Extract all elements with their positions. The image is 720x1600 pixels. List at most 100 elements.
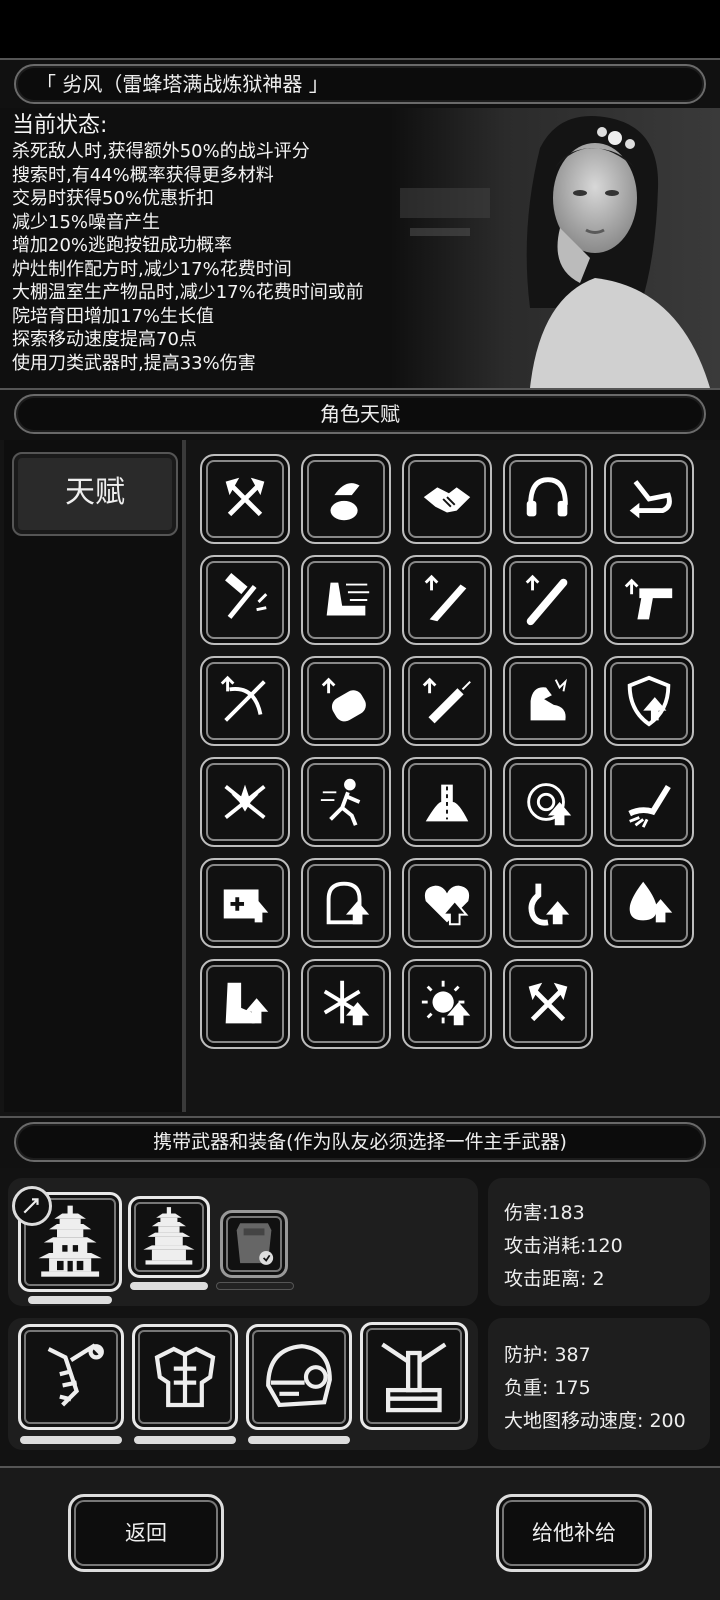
status-line: 院培育田增加17%生长值: [12, 305, 215, 327]
attack-range-stat: 攻击距离: 2: [504, 1268, 605, 1290]
talent-slot[interactable]: [301, 454, 391, 544]
main-weapon-durability: [28, 1296, 112, 1304]
pistol-up-icon: [624, 578, 673, 620]
talent-slot[interactable]: [604, 555, 694, 645]
chest-armor-icon: [154, 1346, 216, 1408]
talent-slot[interactable]: [200, 757, 290, 847]
target-up-icon: [527, 783, 572, 826]
talent-slot[interactable]: [301, 858, 391, 948]
running-man-icon: [320, 778, 361, 826]
talent-slot[interactable]: [503, 858, 593, 948]
equipment-section: 携带武器和装备(作为队友必须选择一件主手武器) 伤害:183 攻击消耗:120 …: [0, 1116, 720, 1466]
arm-armor-durability: [20, 1436, 122, 1444]
status-line: 减少15%噪音产生: [12, 211, 161, 233]
return-arrow-icon: [629, 480, 672, 519]
status-line: 使用刀类武器时,提高33%伤害: [12, 352, 256, 374]
crossed-axes-icon: [528, 982, 568, 1022]
arm-armor-slot[interactable]: [18, 1324, 124, 1430]
helmet-durability: [248, 1436, 350, 1444]
leg-armor-icon: [381, 1342, 447, 1413]
talent-slot[interactable]: [604, 454, 694, 544]
talent-slot[interactable]: [604, 858, 694, 948]
leg-armor-slot[interactable]: [360, 1322, 468, 1430]
talent-slot[interactable]: [503, 656, 593, 746]
talent-slot[interactable]: [200, 555, 290, 645]
fist-up-icon: [321, 677, 366, 722]
status-heading: 当前状态:: [12, 113, 108, 138]
equipment-header: 携带武器和装备(作为队友必须选择一件主手武器): [14, 1122, 706, 1162]
speed-boot-icon: [326, 582, 370, 616]
status-line: 搜索时,有44%概率获得更多材料: [12, 164, 274, 186]
talent-slot[interactable]: [200, 858, 290, 948]
talent-tab-list: 天赋: [4, 440, 186, 1112]
sun-up-icon: [421, 980, 471, 1026]
status-line: 探索移动速度提高70点: [12, 329, 197, 350]
stomach-up-icon: [528, 883, 570, 926]
syringe-up-icon: [422, 677, 471, 724]
talent-slot[interactable]: [200, 454, 290, 544]
talent-slot[interactable]: [200, 656, 290, 746]
riot-shield-icon: [236, 1223, 274, 1265]
talent-slot[interactable]: [200, 959, 290, 1049]
offhand-weapon-slot[interactable]: [128, 1196, 210, 1278]
claw-arm-icon: [628, 785, 671, 828]
attack-cost-stat: 攻击消耗:120: [504, 1235, 623, 1257]
character-portrait: [390, 108, 720, 388]
bag-up-icon: [326, 881, 370, 925]
talent-slot[interactable]: [402, 555, 492, 645]
chest-armor-durability: [134, 1436, 236, 1444]
shield-slot[interactable]: [220, 1210, 288, 1278]
shield-up-icon: [627, 675, 671, 727]
status-line: 交易时获得50%优惠折扣: [12, 188, 215, 209]
status-line: 增加20%逃跑按钮成功概率: [12, 235, 233, 256]
weight-stat: 负重: 175: [504, 1377, 591, 1399]
talent-slot[interactable]: [301, 555, 391, 645]
talent-section: 角色天赋 天赋: [0, 388, 720, 1116]
flexed-arm-icon: [530, 678, 567, 721]
character-title: 「 劣风（雷蜂塔满战炼狱神器 」: [14, 64, 706, 104]
bat-up-icon: [525, 574, 568, 626]
weapon-panel: [8, 1178, 478, 1306]
talent-slot[interactable]: [402, 858, 492, 948]
helmet-icon: [266, 1344, 332, 1408]
talent-slot[interactable]: [301, 656, 391, 746]
talent-slot[interactable]: [301, 757, 391, 847]
crossbow-up-icon: [220, 675, 266, 722]
crossed-swords-burst-icon: [224, 784, 266, 819]
shield-durability: [216, 1282, 294, 1290]
status-line: 炉灶制作配方时,减少17%花费时间: [12, 258, 292, 280]
weapon-stats-panel: 伤害:183 攻击消耗:120 攻击距离: 2: [488, 1178, 710, 1306]
status-line: 大棚温室生产物品时,减少17%花费时间或前: [12, 282, 364, 303]
sack-icon: [330, 483, 360, 521]
helmet-slot[interactable]: [246, 1324, 352, 1430]
talent-slot[interactable]: [402, 757, 492, 847]
offhand-durability: [130, 1282, 208, 1290]
heart-up-icon: [424, 885, 470, 926]
talent-slot[interactable]: [301, 959, 391, 1049]
supply-button[interactable]: 给他补给: [496, 1494, 652, 1572]
talent-slot[interactable]: [503, 555, 593, 645]
medkit-up-icon: [223, 889, 269, 923]
damage-stat: 伤害:183: [504, 1202, 585, 1224]
talent-header: 角色天赋: [14, 394, 706, 434]
armor-panel: [8, 1318, 478, 1450]
talent-slot[interactable]: [604, 656, 694, 746]
arm-armor-icon: [47, 1343, 104, 1407]
back-button[interactable]: 返回: [68, 1494, 224, 1572]
talent-slot[interactable]: [402, 959, 492, 1049]
status-panel: 当前状态: 杀死敌人时,获得额外50%的战斗评分 搜索时,有44%概率获得更多材…: [0, 108, 720, 388]
talent-slot[interactable]: [402, 656, 492, 746]
talent-slot[interactable]: [503, 454, 593, 544]
pagoda-weapon-small-icon: [143, 1207, 195, 1265]
hammer-axe-icon: [225, 573, 268, 619]
talent-slot[interactable]: [604, 757, 694, 847]
map-speed-stat: 大地图移动速度: 200: [504, 1410, 686, 1432]
tab-talent[interactable]: 天赋: [12, 452, 178, 536]
armor-stats-panel: 防护: 387 负重: 175 大地图移动速度: 200: [488, 1318, 710, 1450]
talent-slot[interactable]: [503, 959, 593, 1049]
chest-armor-slot[interactable]: [132, 1324, 238, 1430]
talent-slot[interactable]: [402, 454, 492, 544]
talent-slot[interactable]: [503, 757, 593, 847]
action-bar: 返回 给他补给: [0, 1466, 720, 1600]
road-icon: [425, 784, 469, 822]
